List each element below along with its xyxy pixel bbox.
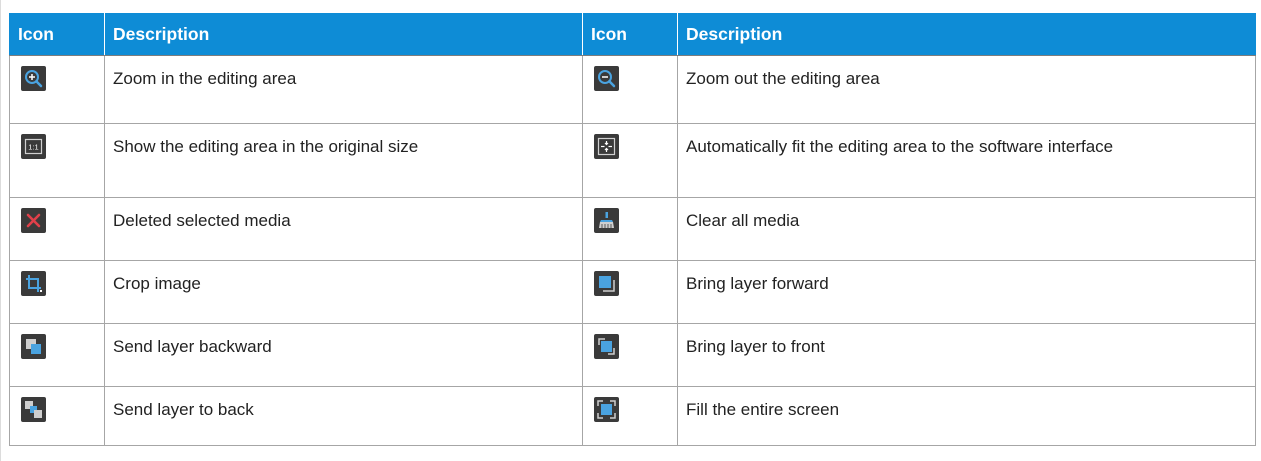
description-cell: Automatically fit the editing area to th… [677, 123, 1256, 198]
bring-forward-icon [594, 271, 619, 296]
zoom-out-icon [594, 66, 619, 91]
header-icon-col-2: Icon [582, 13, 678, 56]
header-description-col-1: Description [104, 13, 583, 56]
fill-screen-icon [594, 397, 619, 422]
table-row: Crop image Bring layer forward [9, 260, 1256, 324]
icon-cell: 1:1 [9, 123, 105, 198]
icon-cell [9, 386, 105, 446]
icon-cell [9, 323, 105, 387]
description-cell: Deleted selected media [104, 197, 583, 261]
description-cell: Bring layer forward [677, 260, 1256, 324]
zoom-in-icon [21, 66, 46, 91]
icon-cell [582, 123, 678, 198]
header-description-col-2: Description [677, 13, 1256, 56]
icon-cell [582, 55, 678, 124]
icon-cell [9, 55, 105, 124]
page-edge [0, 0, 1, 461]
send-to-back-icon [21, 397, 46, 422]
header-icon-col-1: Icon [9, 13, 105, 56]
table-row: Send layer backward Bring layer to front [9, 323, 1256, 387]
description-cell: Send layer to back [104, 386, 583, 446]
icon-cell [582, 260, 678, 324]
table-row: Deleted selected media Clear all media [9, 197, 1256, 261]
table-header-row: Icon Description Icon Description [9, 13, 1256, 56]
table-row: 1:1 Show the editing area in the origina… [9, 123, 1256, 198]
description-cell: Fill the entire screen [677, 386, 1256, 446]
fit-to-window-icon [594, 134, 619, 159]
description-cell: Send layer backward [104, 323, 583, 387]
description-cell: Show the editing area in the original si… [104, 123, 583, 198]
icon-cell [582, 323, 678, 387]
description-cell: Bring layer to front [677, 323, 1256, 387]
table-row: Send layer to back Fill the entire scree… [9, 386, 1256, 446]
original-size-icon-label: 1:1 [28, 143, 38, 152]
bring-to-front-icon [594, 334, 619, 359]
delete-icon [21, 208, 46, 233]
send-backward-icon [21, 334, 46, 359]
crop-icon [21, 271, 46, 296]
description-cell: Zoom out the editing area [677, 55, 1256, 124]
icon-cell [582, 386, 678, 446]
table-row: Zoom in the editing area Zoom out the ed… [9, 55, 1256, 124]
icon-cell [9, 197, 105, 261]
description-cell: Clear all media [677, 197, 1256, 261]
description-cell: Zoom in the editing area [104, 55, 583, 124]
original-size-icon: 1:1 [21, 134, 46, 159]
icon-cell [9, 260, 105, 324]
clear-all-icon [594, 208, 619, 233]
icon-description-table: Icon Description Icon Description Zoom i… [9, 13, 1256, 446]
icon-cell [582, 197, 678, 261]
description-cell: Crop image [104, 260, 583, 324]
